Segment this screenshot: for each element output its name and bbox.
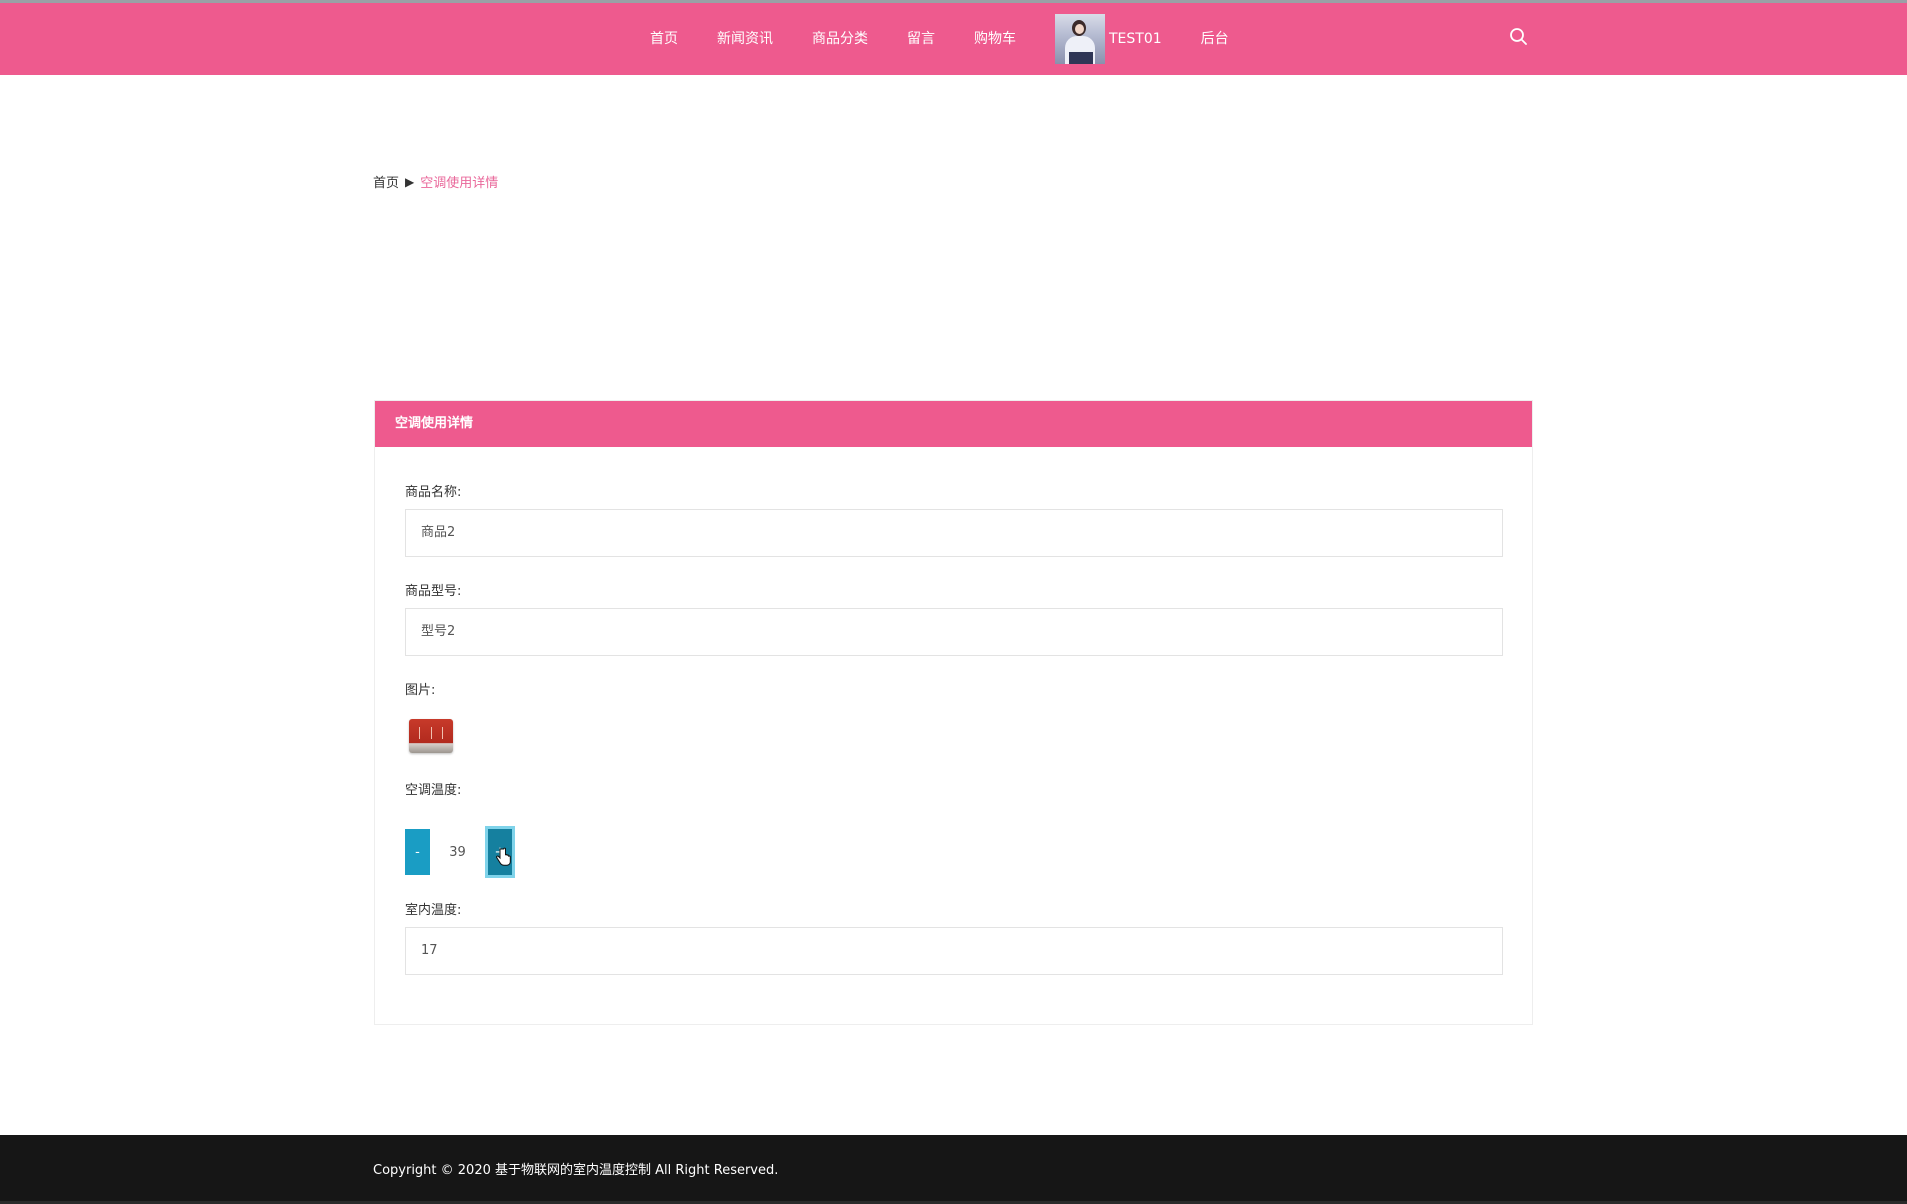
- top-navbar: 首页 新闻资讯 商品分类 留言 购物车 TEST01 后台: [0, 0, 1907, 75]
- nav-item-categories[interactable]: 商品分类: [812, 3, 868, 75]
- main-nav: 首页 新闻资讯 商品分类 留言 购物车 TEST01 后台: [650, 3, 1268, 75]
- search-icon[interactable]: [1508, 26, 1530, 48]
- model-field[interactable]: 型号2: [405, 608, 1503, 656]
- increment-button[interactable]: +: [485, 826, 515, 878]
- model-label: 商品型号:: [405, 584, 462, 599]
- indoor-temp-field[interactable]: 17: [405, 927, 1503, 975]
- nav-item-admin[interactable]: 后台: [1201, 3, 1229, 75]
- product-image[interactable]: [409, 719, 453, 753]
- nav-item-news[interactable]: 新闻资讯: [717, 3, 773, 75]
- nav-item-messages[interactable]: 留言: [907, 3, 935, 75]
- footer: Copyright © 2020 基于物联网的室内温度控制 All Right …: [0, 1135, 1907, 1204]
- breadcrumb-home[interactable]: 首页: [373, 172, 399, 191]
- product-name-label: 商品名称:: [405, 485, 462, 500]
- ac-temp-value[interactable]: 39: [430, 829, 485, 875]
- panel-title: 空调使用详情: [375, 401, 1532, 447]
- detail-panel: 空调使用详情 商品名称: 商品2 商品型号: 型号2 图片: 空调温度: - 3…: [374, 400, 1533, 1025]
- image-label: 图片:: [405, 683, 436, 698]
- indoor-temp-label: 室内温度:: [405, 903, 462, 918]
- avatar[interactable]: [1055, 14, 1105, 64]
- nav-item-cart[interactable]: 购物车: [974, 3, 1016, 75]
- hand-pointer-icon: [496, 847, 511, 866]
- breadcrumb-separator: ▶: [405, 174, 415, 189]
- product-name-field[interactable]: 商品2: [405, 509, 1503, 557]
- breadcrumb-current: 空调使用详情: [420, 176, 499, 191]
- footer-copyright: Copyright © 2020 基于物联网的室内温度控制 All Right …: [373, 1163, 779, 1178]
- ac-temp-label: 空调温度:: [405, 783, 462, 798]
- user-name[interactable]: TEST01: [1109, 31, 1162, 47]
- nav-item-home[interactable]: 首页: [650, 3, 678, 75]
- decrement-button[interactable]: -: [405, 829, 430, 875]
- user-menu[interactable]: TEST01: [1055, 14, 1162, 64]
- ac-temp-stepper: - 39 +: [405, 826, 515, 878]
- breadcrumb: 首页 ▶ 空调使用详情: [373, 172, 499, 192]
